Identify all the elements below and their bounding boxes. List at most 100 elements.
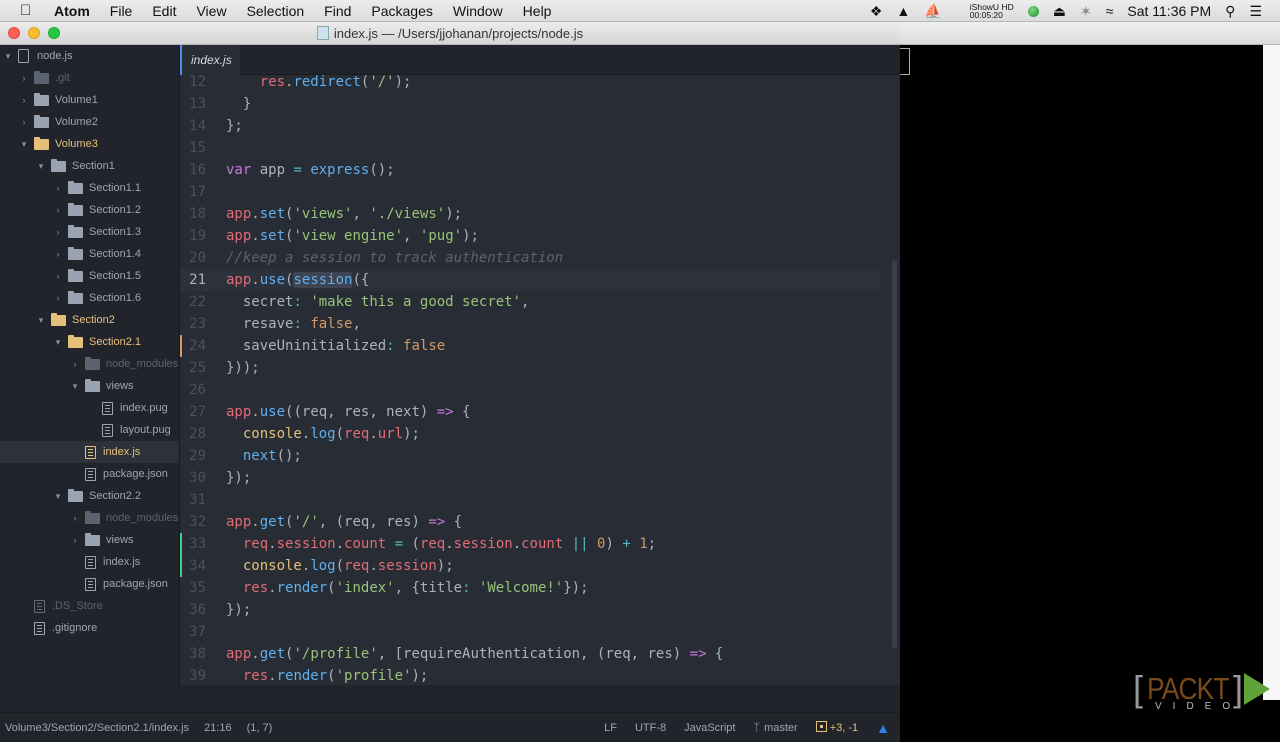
line-number[interactable]: 28 xyxy=(180,423,206,445)
tree-file[interactable]: index.js xyxy=(0,551,179,573)
tree-file[interactable]: package.json xyxy=(0,463,179,485)
docker-icon[interactable]: ⛵ xyxy=(924,3,941,20)
minimize-window-button[interactable] xyxy=(28,27,40,39)
line-number[interactable]: 13 xyxy=(180,93,206,115)
tree-folder[interactable]: ▾ Section2 xyxy=(0,309,179,331)
line-number[interactable]: 36 xyxy=(180,599,206,621)
tree-folder[interactable]: › Volume1 xyxy=(0,89,179,111)
line-number[interactable]: 17 xyxy=(180,181,206,203)
editor-vertical-scrollbar[interactable] xyxy=(892,260,897,648)
code-line[interactable]: 19 app.set('view engine', 'pug'); xyxy=(180,225,880,247)
code-line[interactable]: 27 app.use((req, res, next) => { xyxy=(180,401,880,423)
status-git-diff[interactable]: +3, -1 xyxy=(815,721,858,734)
tree-folder[interactable]: › node_modules xyxy=(0,507,179,529)
code-line[interactable]: 26 xyxy=(180,379,880,401)
line-number[interactable]: 25 xyxy=(180,357,206,379)
line-number[interactable]: 14 xyxy=(180,115,206,137)
chevron-right-icon[interactable]: › xyxy=(18,117,30,127)
menu-edit[interactable]: Edit xyxy=(152,3,176,19)
tree-folder[interactable]: ▾ Volume3 xyxy=(0,133,179,155)
chevron-right-icon[interactable]: › xyxy=(52,293,64,303)
tree-file[interactable]: index.js xyxy=(0,441,179,463)
tree-folder[interactable]: › .git xyxy=(0,67,179,89)
terminal-titlebar[interactable] xyxy=(900,22,1280,45)
code-line[interactable]: 25})); xyxy=(180,357,880,379)
code-line[interactable]: 15 xyxy=(180,137,880,159)
code-line[interactable]: 18 app.set('views', './views'); xyxy=(180,203,880,225)
code-line[interactable]: 32 app.get('/', (req, res) => { xyxy=(180,511,880,533)
tree-folder[interactable]: › Section1.4 xyxy=(0,243,179,265)
code-editor[interactable]: 12 res.redirect('/'); 13 } 14}; 15 16 var app… xyxy=(180,75,900,685)
code-line[interactable]: 35 res.render('index', {title: 'Welcome!… xyxy=(180,577,880,599)
line-number[interactable]: 31 xyxy=(180,489,206,511)
line-number[interactable]: 21 xyxy=(180,269,206,291)
tree-folder[interactable]: › Section1.3 xyxy=(0,221,179,243)
tree-folder[interactable]: › views xyxy=(0,529,179,551)
tree-folder[interactable]: › Section1.2 xyxy=(0,199,179,221)
chevron-down-icon[interactable]: ▾ xyxy=(52,337,64,348)
tree-file[interactable]: layout.pug xyxy=(0,419,179,441)
chevron-right-icon[interactable]: › xyxy=(52,271,64,281)
chevron-right-icon[interactable]: › xyxy=(18,73,30,83)
chevron-right-icon[interactable]: › xyxy=(52,227,64,237)
tree-folder[interactable]: › Section1.1 xyxy=(0,177,179,199)
chevron-right-icon[interactable]: › xyxy=(52,249,64,259)
status-grammar[interactable]: JavaScript xyxy=(684,722,735,734)
code-line[interactable]: 14}; xyxy=(180,115,880,137)
line-number[interactable]: 26 xyxy=(180,379,206,401)
code-line[interactable]: 22 secret: 'make this a good secret', xyxy=(180,291,880,313)
code-line[interactable]: 21 app.use(session({ xyxy=(180,269,880,291)
tree-folder[interactable]: ▾ Section2.1 xyxy=(0,331,179,353)
terminal-window[interactable] xyxy=(900,22,1280,720)
code-line[interactable]: 34 console.log(req.session); xyxy=(180,555,880,577)
line-number[interactable]: 24 xyxy=(180,335,206,357)
chevron-right-icon[interactable]: › xyxy=(69,513,81,523)
chevron-down-icon[interactable]: ▾ xyxy=(69,381,81,392)
window-titlebar[interactable]: index.js — /Users/jjohanan/projects/node… xyxy=(0,22,900,45)
tree-folder[interactable]: ▾ Section2.2 xyxy=(0,485,179,507)
menu-packages[interactable]: Packages xyxy=(371,3,432,19)
google-drive-icon[interactable]: ▲ xyxy=(896,3,910,19)
code-line[interactable]: 20 //keep a session to track authenticati… xyxy=(180,247,880,269)
tree-folder[interactable]: › Volume2 xyxy=(0,111,179,133)
maximize-window-button[interactable] xyxy=(48,27,60,39)
line-number[interactable]: 39 xyxy=(180,665,206,685)
tree-file[interactable]: .DS_Store xyxy=(0,595,179,617)
status-line-ending[interactable]: LF xyxy=(604,722,617,734)
code-line[interactable]: 24 saveUninitialized: false xyxy=(180,335,880,357)
tree-folder[interactable]: › Section1.5 xyxy=(0,265,179,287)
chevron-down-icon[interactable]: ▾ xyxy=(52,491,64,502)
apple-icon[interactable]:  xyxy=(20,2,40,19)
terminal-scrollbar[interactable] xyxy=(1263,45,1280,700)
menu-help[interactable]: Help xyxy=(523,3,552,19)
tab-index-js[interactable]: index.js xyxy=(180,45,240,75)
tree-file[interactable]: package.json xyxy=(0,573,179,595)
line-number[interactable]: 32 xyxy=(180,511,206,533)
menu-app-atom[interactable]: Atom xyxy=(54,3,90,19)
spotlight-search-icon[interactable]: ⚲ xyxy=(1225,3,1235,20)
ishowu-indicator[interactable]: iShowU HD 00:05:20 xyxy=(956,3,1014,20)
line-number[interactable]: 30 xyxy=(180,467,206,489)
status-git-branch[interactable]: ᛉ master xyxy=(753,722,797,734)
dropbox-icon[interactable]: ❖ xyxy=(870,3,883,20)
document-proxy-icon[interactable] xyxy=(316,26,329,40)
line-number[interactable]: 12 xyxy=(180,75,206,93)
code-line[interactable]: 33 req.session.count = (req.session.coun… xyxy=(180,533,880,555)
chevron-right-icon[interactable]: › xyxy=(69,535,81,545)
line-number[interactable]: 15 xyxy=(180,137,206,159)
tree-file[interactable]: .gitignore xyxy=(0,617,179,639)
chevron-down-icon[interactable]: ▾ xyxy=(2,51,14,62)
code-line[interactable]: 38 app.get('/profile', [requireAuthentica… xyxy=(180,643,880,665)
tree-folder[interactable]: ▾ views xyxy=(0,375,179,397)
line-number[interactable]: 33 xyxy=(180,533,206,555)
close-window-button[interactable] xyxy=(8,27,20,39)
line-number[interactable]: 16 xyxy=(180,159,206,181)
tree-folder[interactable]: › Section1.6 xyxy=(0,287,179,309)
chevron-down-icon[interactable]: ▾ xyxy=(18,139,30,150)
menu-file[interactable]: File xyxy=(110,3,133,19)
menu-selection[interactable]: Selection xyxy=(247,3,305,19)
tree-file[interactable]: index.pug xyxy=(0,397,179,419)
code-line[interactable]: 37 xyxy=(180,621,880,643)
code-line[interactable]: 17 xyxy=(180,181,880,203)
chevron-right-icon[interactable]: › xyxy=(52,183,64,193)
